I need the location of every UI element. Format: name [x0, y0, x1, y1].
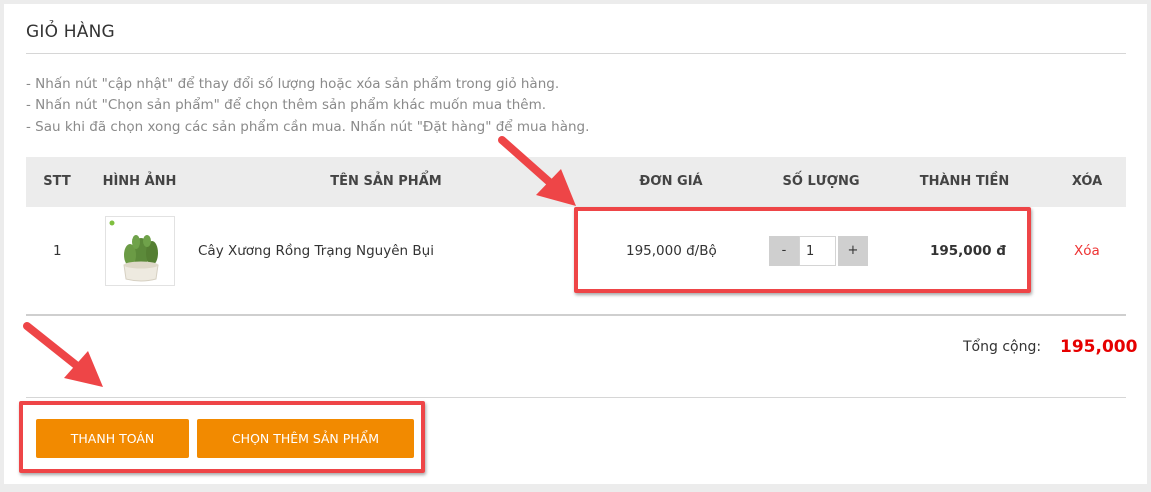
- annotation-arrows: [23, 136, 576, 387]
- arrow-to-buttons-icon: [23, 322, 103, 387]
- arrow-to-quantity-icon: [498, 136, 576, 206]
